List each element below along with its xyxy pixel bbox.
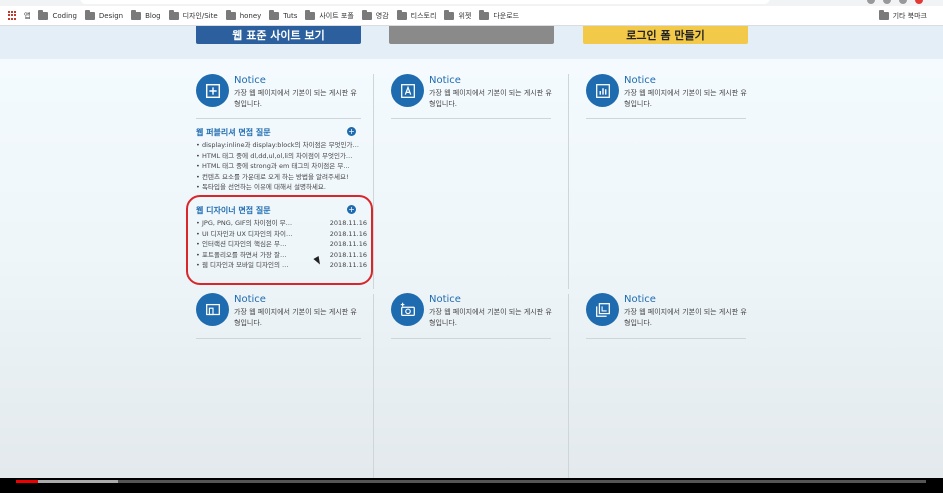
divider-line xyxy=(391,118,551,119)
list-item[interactable]: display:inline과 display:block의 차이점은 무엇인가… xyxy=(196,140,359,151)
top-card-login-form[interactable]: 로그인 폼 만들기 xyxy=(583,26,748,44)
folder-icon xyxy=(84,9,95,20)
bookmark-widget[interactable]: 위젯 xyxy=(444,9,472,21)
bookmark-tistory[interactable]: 티스토리 xyxy=(396,9,437,21)
folder-icon xyxy=(269,9,280,20)
divider-line xyxy=(586,338,746,339)
folder-icon xyxy=(38,9,49,20)
top-card-standard-site[interactable]: 웹 표준 사이트 보기 xyxy=(196,26,361,44)
bookmark-label: Tuts xyxy=(283,11,298,20)
bookmark-label: honey xyxy=(239,11,262,20)
folder-icon xyxy=(878,10,889,20)
divider-line xyxy=(196,118,361,119)
page-content: 웹 표준 사이트 보기 로그인 폼 만들기 Notice 가장 웹 페이지에서 … xyxy=(0,26,943,478)
bookmark-label: 티스토리 xyxy=(410,11,437,20)
bookmark-label: 사이트 포폴 xyxy=(319,11,354,20)
bookmark-design-site[interactable]: 디자인/Site xyxy=(168,9,218,21)
folder-icon xyxy=(168,9,179,20)
red-highlight-annotation xyxy=(186,195,373,285)
apps-grid-icon[interactable] xyxy=(8,10,18,21)
notice-title: Notice xyxy=(234,294,266,305)
publisher-list: display:inline과 display:block의 차이점은 무엇인가… xyxy=(196,140,359,193)
divider-line xyxy=(196,338,361,339)
bookmark-label: 다운로드 xyxy=(493,11,520,20)
folder-icon xyxy=(305,9,316,20)
divider-line xyxy=(586,118,746,119)
extension-icon[interactable] xyxy=(867,0,875,4)
extension-icon[interactable] xyxy=(899,0,907,4)
top-card-image[interactable] xyxy=(389,26,554,44)
bookmarks-bar: 앱 Coding Design Blog 디자인/Site honey Tuts… xyxy=(0,6,943,26)
folder-icon xyxy=(225,9,236,20)
bookmark-label: Blog xyxy=(145,11,161,20)
video-player-bar xyxy=(0,478,943,493)
folder-icon xyxy=(479,9,490,20)
notice-desc: 가장 웹 페이지에서 기본이 되는 게시판 유형입니다. xyxy=(234,89,357,108)
folder-icon xyxy=(396,9,407,20)
bookmark-label: 영감 xyxy=(375,11,389,20)
publisher-section-title[interactable]: 웹 퍼블리셔 면접 질문 xyxy=(196,127,271,138)
notice-desc: 가장 웹 페이지에서 기본이 되는 게시판 유형입니다. xyxy=(429,308,552,327)
notice-card[interactable]: Notice 가장 웹 페이지에서 기본이 되는 게시판 유형입니다. xyxy=(196,293,357,333)
folder-icon xyxy=(444,9,455,20)
bookmark-downloads[interactable]: 다운로드 xyxy=(479,9,520,21)
divider-line xyxy=(391,338,551,339)
bookmark-coding[interactable]: Coding xyxy=(38,9,77,20)
bookmark-apps[interactable]: 앱 xyxy=(24,11,30,21)
bookmark-label: Design xyxy=(98,11,124,20)
profile-avatar-icon[interactable] xyxy=(915,0,923,4)
bookmark-other[interactable]: 기타 북마크 xyxy=(878,10,927,21)
list-item[interactable]: 독타입을 선언하는 이유에 대해서 설명하세요. xyxy=(196,182,359,193)
bookmark-honey[interactable]: honey xyxy=(225,9,262,20)
bookmark-label: 기타 북마크 xyxy=(892,12,927,20)
devices-icon xyxy=(196,293,229,326)
list-item[interactable]: HTML 태그 중에 strong과 em 태그의 차이점은 무… xyxy=(196,161,359,172)
camera-add-icon xyxy=(391,293,424,326)
column-divider xyxy=(373,74,374,289)
bookmark-label: 앱 xyxy=(24,11,31,20)
plus-square-icon xyxy=(196,74,229,107)
extension-icon[interactable] xyxy=(883,0,891,4)
notice-desc: 가장 웹 페이지에서 기본이 되는 게시판 유형입니다. xyxy=(624,89,747,108)
card-title: 로그인 폼 만들기 xyxy=(626,29,705,42)
column-divider xyxy=(373,294,374,478)
notice-desc: 가장 웹 페이지에서 기본이 되는 게시판 유형입니다. xyxy=(429,89,552,108)
more-plus-icon[interactable]: + xyxy=(347,127,356,136)
browser-extension-icons xyxy=(867,0,923,4)
notice-card[interactable]: Notice 가장 웹 페이지에서 기본이 되는 게시판 유형입니다. xyxy=(391,74,552,114)
seek-bar[interactable] xyxy=(16,480,926,483)
notice-title: Notice xyxy=(624,294,656,305)
folder-icon xyxy=(131,9,142,20)
notice-card[interactable]: Notice 가장 웹 페이지에서 기본이 되는 게시판 유형입니다. xyxy=(586,74,747,114)
notice-desc: 가장 웹 페이지에서 기본이 되는 게시판 유형입니다. xyxy=(624,308,747,327)
card-title: 웹 표준 사이트 보기 xyxy=(232,29,325,42)
column-divider xyxy=(568,294,569,478)
column-divider xyxy=(568,74,569,289)
folder-icon xyxy=(361,9,372,20)
notice-card[interactable]: Notice 가장 웹 페이지에서 기본이 되는 게시판 유형입니다. xyxy=(196,74,357,114)
notice-card[interactable]: Notice 가장 웹 페이지에서 기본이 되는 게시판 유형입니다. xyxy=(586,293,747,333)
list-item[interactable]: 컨텐츠 요소를 가운데로 오게 하는 방법을 알려주세요! xyxy=(196,172,359,183)
bookmark-blog[interactable]: Blog xyxy=(131,9,161,20)
bookmark-label: Coding xyxy=(52,11,77,20)
notice-card[interactable]: Notice 가장 웹 페이지에서 기본이 되는 게시판 유형입니다. xyxy=(391,293,552,333)
bookmark-tuts[interactable]: Tuts xyxy=(269,9,298,20)
list-item[interactable]: HTML 태그 중에 dl,dd,ul,ol,li의 차이점이 무엇인가… xyxy=(196,151,359,162)
address-bar[interactable] xyxy=(80,0,770,4)
layers-icon xyxy=(586,293,619,326)
notice-title: Notice xyxy=(429,294,461,305)
notice-title: Notice xyxy=(234,75,266,86)
played-progress[interactable] xyxy=(16,480,38,483)
notice-desc: 가장 웹 페이지에서 기본이 되는 게시판 유형입니다. xyxy=(234,308,357,327)
bookmark-site-portfolio[interactable]: 사이트 포폴 xyxy=(305,9,354,21)
bookmark-design[interactable]: Design xyxy=(84,9,124,20)
bookmark-label: 디자인/Site xyxy=(182,11,218,20)
bar-chart-icon xyxy=(586,74,619,107)
bookmark-inspiration[interactable]: 영감 xyxy=(361,9,389,21)
notice-title: Notice xyxy=(624,75,656,86)
text-frame-icon xyxy=(391,74,424,107)
notice-title: Notice xyxy=(429,75,461,86)
bookmark-label: 위젯 xyxy=(458,11,472,20)
